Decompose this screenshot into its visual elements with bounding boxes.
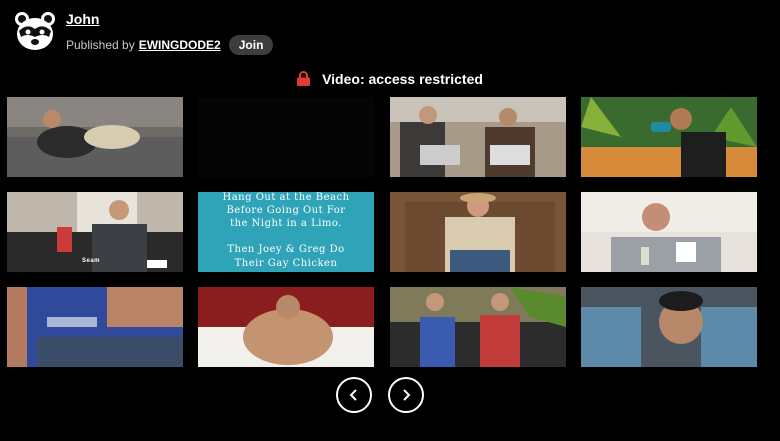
- author-link[interactable]: EWINGDODE2: [139, 38, 221, 52]
- restricted-notice: Video: access restricted: [0, 71, 780, 87]
- caption-line-1: Hang Out at the Beach: [222, 192, 350, 203]
- caption-line-2: Before Going Out For: [226, 205, 346, 216]
- video-title[interactable]: John: [66, 11, 99, 27]
- chevron-right-icon: [403, 389, 411, 401]
- lock-icon: [297, 71, 311, 86]
- caption-line-5: Then Joey & Greg Do: [227, 244, 345, 255]
- thumbnail-11[interactable]: [390, 287, 566, 367]
- caption-line-3: the Night in a Limo.: [230, 218, 342, 229]
- thumbnail-1[interactable]: [7, 97, 183, 177]
- join-button[interactable]: Join: [228, 35, 274, 55]
- thumbnail-3[interactable]: [390, 97, 566, 177]
- next-button[interactable]: [388, 377, 424, 413]
- thumbnail-10[interactable]: [198, 287, 374, 367]
- thumbnail-7[interactable]: [390, 192, 566, 272]
- header: John Published by EWINGDODE2 Join: [13, 9, 274, 55]
- thumbnail-4[interactable]: [581, 97, 757, 177]
- chevron-left-icon: [349, 389, 357, 401]
- watermark-text: Seam: [81, 258, 100, 264]
- caption-line-6: Their Gay Chicken: [234, 258, 338, 269]
- thumbnail-12[interactable]: [581, 287, 757, 367]
- restricted-text: Video: access restricted: [322, 71, 483, 87]
- thumbnail-9[interactable]: [7, 287, 183, 367]
- published-by-label: Published by: [66, 38, 135, 52]
- thumbnail-5[interactable]: Seam: [7, 192, 183, 272]
- thumbnail-8[interactable]: [581, 192, 757, 272]
- prev-button[interactable]: [336, 377, 372, 413]
- raccoon-logo-icon[interactable]: [13, 9, 57, 53]
- thumbnail-6[interactable]: Hang Out at the Beach Before Going Out F…: [198, 192, 374, 272]
- thumbnail-2[interactable]: [198, 97, 374, 177]
